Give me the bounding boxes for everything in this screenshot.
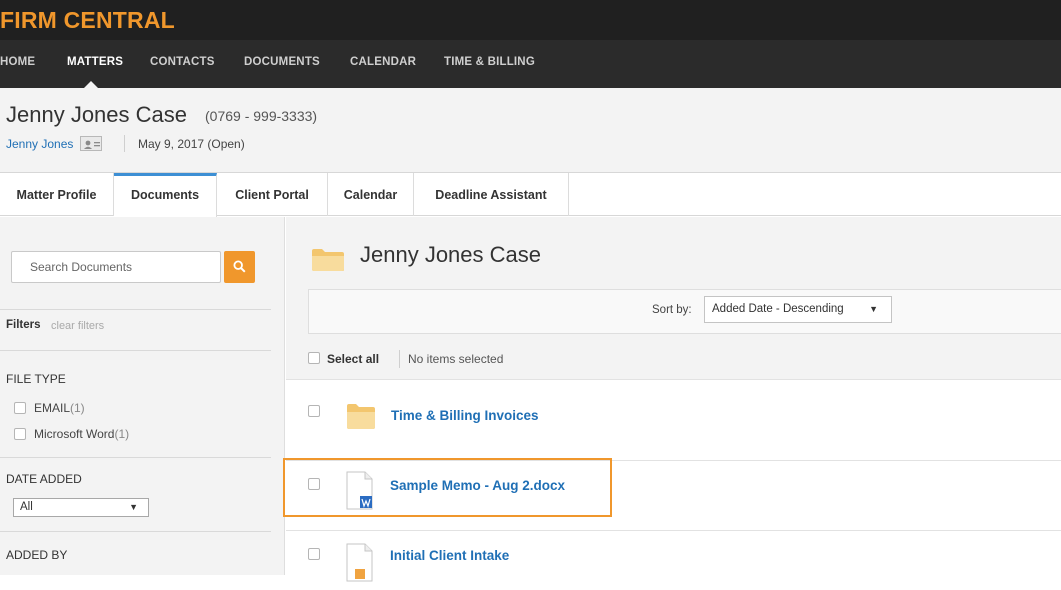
date-added-heading: DATE ADDED [6, 472, 82, 486]
item-name[interactable]: Initial Client Intake [390, 548, 509, 563]
case-header: Jenny Jones Case (0769 - 999-3333) Jenny… [0, 88, 1061, 173]
divider [0, 457, 271, 458]
date-added-select[interactable]: All ▼ [13, 498, 149, 517]
document-icon [346, 543, 373, 582]
select-all-label[interactable]: Select all [327, 352, 379, 366]
main-nav: HOME MATTERS CONTACTS DOCUMENTS CALENDAR… [0, 40, 1061, 88]
search-button[interactable] [224, 251, 255, 283]
nav-item-documents[interactable]: DOCUMENTS [244, 56, 320, 68]
nav-item-matters[interactable]: MATTERS [67, 56, 123, 68]
case-title: Jenny Jones Case [6, 102, 187, 127]
file-type-heading: FILE TYPE [6, 372, 66, 386]
item-checkbox[interactable] [308, 548, 320, 560]
active-nav-caret [84, 81, 98, 88]
contact-card-icon[interactable] [80, 136, 102, 151]
tab-deadline-assistant[interactable]: Deadline Assistant [414, 173, 569, 216]
tab-matter-profile[interactable]: Matter Profile [0, 173, 114, 216]
item-checkbox[interactable] [308, 478, 320, 490]
filters-label: Filters [6, 319, 41, 331]
clear-filters-link[interactable]: clear filters [51, 320, 104, 332]
item-name[interactable]: Time & Billing Invoices [391, 408, 539, 423]
filter-microsoft-word[interactable]: Microsoft Word(1) [14, 427, 129, 441]
divider [0, 309, 271, 310]
selection-separator [399, 350, 400, 368]
filter-label: Microsoft Word [34, 427, 115, 441]
brand-bar: FIRM CENTRAL [0, 0, 1061, 40]
word-document-icon [346, 471, 373, 510]
item-name[interactable]: Sample Memo - Aug 2.docx [390, 478, 565, 493]
case-date-status: May 9, 2017 (Open) [138, 137, 245, 151]
search-input[interactable]: Search Documents [11, 251, 221, 283]
list-item[interactable]: Initial Client Intake [286, 530, 1061, 590]
sort-bar: Sort by: Added Date - Descending ▼ [308, 289, 1061, 334]
folder-icon [347, 404, 375, 429]
tab-client-portal[interactable]: Client Portal [217, 173, 328, 216]
nav-item-contacts[interactable]: CONTACTS [150, 56, 215, 68]
checkbox[interactable] [14, 402, 26, 414]
filter-label: EMAIL [34, 401, 71, 415]
documents-panel: Jenny Jones Case Sort by: Added Date - D… [286, 217, 1061, 590]
sort-value: Added Date - Descending [712, 303, 844, 315]
nav-item-home[interactable]: HOME [0, 56, 35, 68]
sort-label: Sort by: [652, 304, 692, 316]
folder-icon [312, 249, 344, 271]
checkbox[interactable] [14, 428, 26, 440]
divider [0, 350, 271, 351]
client-link[interactable]: Jenny Jones [6, 137, 73, 151]
tab-calendar[interactable]: Calendar [328, 173, 414, 216]
filter-email[interactable]: EMAIL(1) [14, 401, 85, 415]
selection-status: No items selected [408, 352, 504, 366]
list-item[interactable]: Sample Memo - Aug 2.docx [286, 460, 1061, 530]
search-icon [233, 260, 246, 273]
select-all-checkbox[interactable] [308, 352, 320, 364]
list-item[interactable]: Time & Billing Invoices [286, 379, 1061, 460]
selection-bar: Select all No items selected [308, 350, 1061, 370]
tab-documents[interactable]: Documents [114, 173, 217, 217]
brand-logo[interactable]: FIRM CENTRAL [0, 7, 175, 34]
filter-sidebar: Search Documents Filters clear filters F… [0, 217, 285, 575]
filter-count: (1) [70, 401, 85, 415]
case-number: (0769 - 999-3333) [205, 108, 318, 124]
added-by-heading: ADDED BY [6, 548, 68, 562]
dropdown-arrow-icon: ▼ [129, 502, 138, 512]
dropdown-arrow-icon: ▼ [869, 304, 878, 314]
sort-select[interactable]: Added Date - Descending ▼ [704, 296, 892, 323]
item-checkbox[interactable] [308, 405, 320, 417]
nav-item-time-billing[interactable]: TIME & BILLING [444, 56, 535, 68]
filter-count: (1) [114, 427, 130, 441]
nav-item-calendar[interactable]: CALENDAR [350, 56, 416, 68]
header-separator [124, 135, 125, 152]
search-box: Search Documents [8, 229, 271, 309]
divider [0, 531, 271, 532]
folder-title: Jenny Jones Case [360, 242, 541, 267]
date-added-value: All [20, 501, 33, 513]
matter-tabs: Matter Profile Documents Client Portal C… [0, 173, 1061, 217]
